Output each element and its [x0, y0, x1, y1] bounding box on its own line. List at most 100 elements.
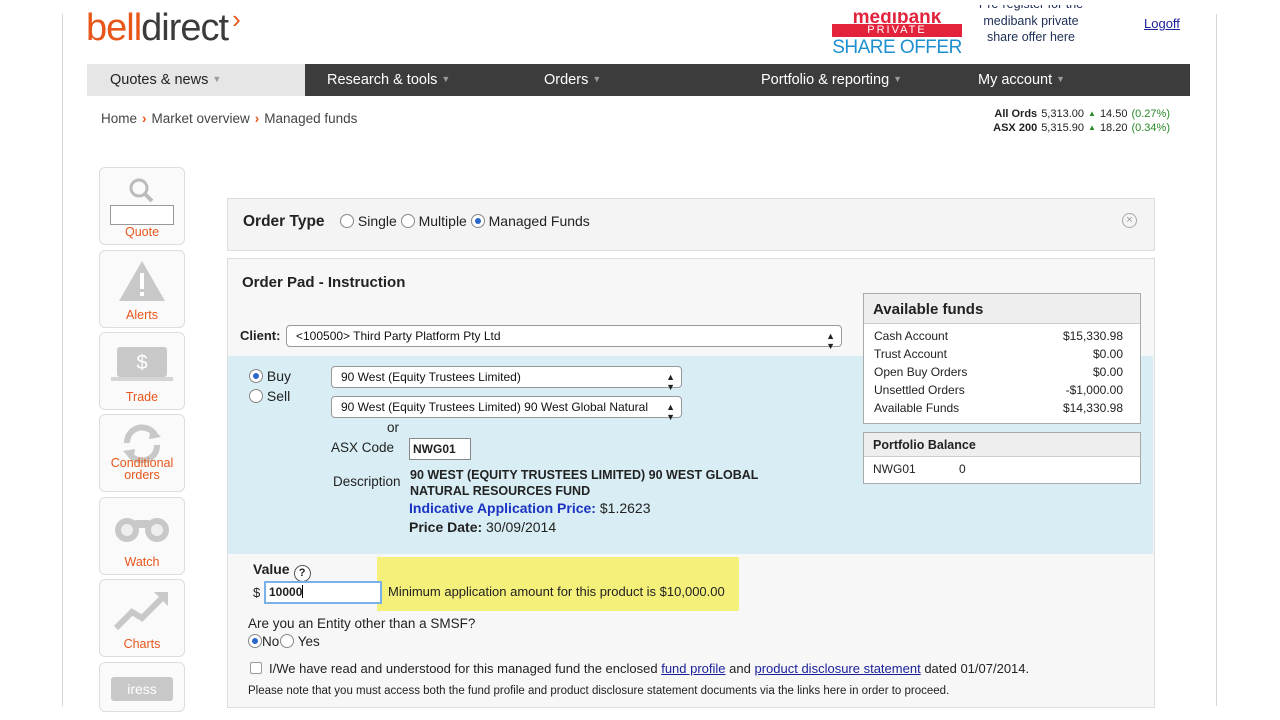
sidebar-quote[interactable]: Quote: [99, 167, 185, 245]
fund-manager-select[interactable]: 90 West (Equity Trustees Limited) ▲ ▼: [331, 366, 682, 392]
chart-trend-icon: [113, 592, 168, 631]
entity-question: Are you an Entity other than a SMSF?: [248, 616, 476, 631]
ticker-value: 5,313.00: [1041, 108, 1085, 120]
nav-tab-label: Orders: [544, 72, 589, 88]
funds-row-label: Trust Account: [874, 347, 947, 361]
sidebar-label: Conditional orders: [100, 457, 184, 482]
select-arrows-icon: ▲ ▼: [666, 402, 675, 422]
chevron-down-icon: ▼: [212, 74, 222, 84]
chevron-down-icon: ▼: [1056, 74, 1066, 84]
entity-answer-group: No Yes: [248, 634, 320, 649]
sidebar-label: Quote: [124, 225, 160, 239]
trade-money-icon: $: [111, 347, 173, 381]
entity-yes-label: Yes: [297, 634, 320, 649]
promo-preregister-line3: share offer here: [986, 29, 1076, 44]
portfolio-balance-title: Portfolio Balance: [864, 433, 1140, 457]
nav-tab-research-tools[interactable]: Research & tools ▼: [305, 64, 522, 96]
buy-sell-group: Buy Sell: [249, 366, 291, 406]
breadcrumb-market-overview[interactable]: Market overview: [152, 111, 250, 126]
sidebar-label: Charts: [123, 637, 161, 651]
logo-text-bell: bell: [86, 7, 142, 49]
sidebar-iress[interactable]: iress: [99, 662, 185, 712]
sidebar-charts[interactable]: Charts: [99, 579, 185, 657]
agreement-and: and: [729, 661, 751, 676]
fund-product-value: 90 West (Equity Trustees Limited) 90 Wes…: [341, 400, 649, 414]
sidebar-label: Watch: [124, 555, 160, 569]
value-input[interactable]: 10000: [264, 581, 382, 604]
quote-search-input[interactable]: [110, 205, 174, 225]
nav-tab-portfolio-reporting[interactable]: Portfolio & reporting ▼: [739, 64, 956, 96]
promo-preregister-line2: medibank private: [983, 14, 1079, 28]
access-note: Please note that you must access both th…: [248, 685, 950, 697]
sidebar-conditional-orders[interactable]: Conditional orders: [99, 414, 185, 492]
breadcrumb-current: Managed funds: [264, 111, 358, 126]
main-nav: Quotes & news ▼ Research & tools ▼ Orders ▼…: [87, 64, 1190, 96]
pds-link[interactable]: product disclosure statement: [754, 661, 920, 676]
order-type-options: Single Multiple Managed Funds: [340, 213, 590, 229]
promo-medibank: medibank: [852, 12, 942, 24]
fund-description: 90 WEST (EQUITY TRUSTEES LIMITED) 90 WES…: [410, 467, 830, 499]
fund-product-select[interactable]: 90 West (Equity Trustees Limited) 90 Wes…: [331, 396, 682, 422]
promo-share-offer: SHARE OFFER: [832, 37, 962, 58]
funds-row: Trust Account $0.00: [864, 345, 1140, 363]
radio-label: Managed Funds: [488, 213, 590, 229]
binoculars-icon: [115, 518, 169, 542]
value-label-text: Value: [253, 561, 290, 577]
nav-tab-quotes-news[interactable]: Quotes & news ▼: [87, 64, 305, 96]
frame-right-border: [1216, 14, 1217, 706]
up-arrow-icon: ▲: [1088, 123, 1096, 132]
funds-row: Unsettled Orders -$1,000.00: [864, 381, 1140, 399]
close-icon[interactable]: ×: [1122, 213, 1137, 228]
breadcrumb-home[interactable]: Home: [101, 111, 137, 126]
magnifier-icon: [129, 178, 154, 203]
logoff-link[interactable]: Logoff: [1144, 16, 1180, 31]
agreement-checkbox[interactable]: [250, 662, 262, 674]
belldirect-logo[interactable]: belldirect ›: [86, 4, 241, 53]
radio-label: Multiple: [418, 213, 467, 229]
order-type-single-radio[interactable]: [340, 214, 354, 228]
funds-row-label: Cash Account: [874, 329, 949, 343]
sidebar-watch[interactable]: Watch: [99, 497, 185, 575]
entity-yes-radio[interactable]: [280, 634, 295, 648]
currency-symbol: $: [253, 585, 261, 600]
fund-description-line1: 90 WEST (EQUITY TRUSTEES LIMITED) 90 WES…: [410, 468, 759, 482]
index-ticker: All Ords 5,313.00 ▲ 14.50 (0.27%) ASX 20…: [986, 107, 1170, 135]
ticker-pct: (0.27%): [1131, 108, 1170, 120]
chevron-down-icon: ▼: [893, 74, 903, 84]
sidebar-alerts[interactable]: Alerts: [99, 250, 185, 328]
ticker-name: All Ords: [994, 108, 1038, 120]
breadcrumb: Home › Market overview › Managed funds: [101, 111, 357, 126]
client-label: Client:: [240, 328, 281, 343]
funds-row: Cash Account $15,330.98: [864, 327, 1140, 345]
radio-label: Single: [357, 213, 397, 229]
up-arrow-icon: ▲: [1088, 109, 1096, 118]
price-date: Price Date: 30/09/2014: [409, 519, 556, 535]
logo-text-direct: direct: [141, 7, 229, 49]
available-funds-box: Available funds Cash Account $15,330.98 T…: [863, 293, 1141, 424]
nav-tab-orders[interactable]: Orders ▼: [522, 64, 739, 96]
iress-logo: iress: [111, 677, 173, 701]
chevron-down-icon: ▼: [441, 74, 451, 84]
description-label: Description: [333, 474, 401, 489]
nav-tab-label: Portfolio & reporting: [761, 72, 890, 88]
sidebar-trade[interactable]: $ Trade: [99, 332, 185, 410]
asx-code-input[interactable]: NWG01: [409, 438, 471, 460]
chevron-down-icon: ▼: [592, 74, 602, 84]
buy-radio[interactable]: [249, 369, 263, 383]
entity-no-radio[interactable]: [248, 634, 262, 648]
client-select-value: <100500> Third Party Platform Pty Ltd: [296, 329, 501, 343]
nav-tab-my-account[interactable]: My account ▼: [956, 64, 1190, 96]
promo-preregister-link[interactable]: Pre-register for the medibank private sh…: [968, 5, 1094, 45]
order-type-managed-funds-radio[interactable]: [470, 214, 485, 228]
help-icon[interactable]: ?: [293, 565, 311, 582]
fund-profile-link[interactable]: fund profile: [661, 661, 725, 676]
ticker-name: ASX 200: [993, 122, 1038, 134]
order-type-multiple-radio[interactable]: [400, 214, 415, 228]
medibank-promo-banner[interactable]: medibank PRIVATE SHARE OFFER: [832, 12, 962, 59]
breadcrumb-chevron-icon: ›: [142, 111, 147, 126]
client-select[interactable]: <100500> Third Party Platform Pty Ltd ▲ ▼: [286, 325, 842, 351]
sell-radio[interactable]: [249, 389, 263, 403]
promo-preregister-line1: Pre-register for the: [968, 5, 1094, 14]
funds-row-label: Open Buy Orders: [874, 365, 968, 379]
asx-code-label: ASX Code: [331, 440, 395, 455]
